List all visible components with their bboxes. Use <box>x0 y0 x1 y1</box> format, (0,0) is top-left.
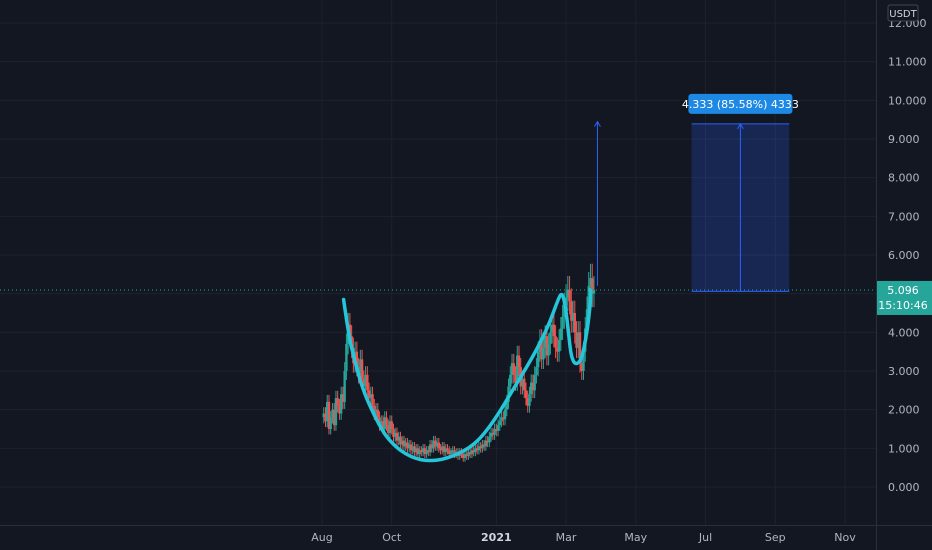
candle-body <box>512 363 515 375</box>
time-tick-label: May <box>624 531 647 544</box>
candle-body <box>517 355 521 368</box>
price-tick-label: 9.000 <box>888 133 920 146</box>
price-axis[interactable]: 12.00011.00010.0009.0008.0007.0006.0004.… <box>877 4 932 494</box>
candle-body <box>449 452 453 455</box>
candle-body <box>592 289 596 294</box>
cup-and-handle-curve[interactable] <box>341 288 593 463</box>
candle-body <box>498 421 502 426</box>
price-tick-label: 1.000 <box>888 442 920 455</box>
price-tick-label: 8.000 <box>888 172 920 185</box>
last-price-value: 5.096 <box>887 284 919 297</box>
price-tick-label: 4.000 <box>888 326 920 339</box>
candle-body <box>568 289 571 302</box>
price-chart[interactable]: 4.333 (85.58%) 4333 12.000 11.000 10.000 9.… <box>0 0 932 550</box>
currency-label: USDT <box>889 9 917 20</box>
candle-body <box>573 313 576 333</box>
chart-grid <box>0 0 932 550</box>
candle-body <box>542 347 545 360</box>
candle-body <box>536 351 540 368</box>
time-tick-label: Oct <box>382 531 402 544</box>
candle-body <box>549 332 552 344</box>
candle-body <box>552 324 556 337</box>
candle-body <box>503 409 507 420</box>
measure-tool[interactable]: 4.333 (85.58%) 4333 <box>594 93 799 292</box>
candle-body <box>371 394 374 406</box>
chart-canvas[interactable]: 4.333 (85.58%) 4333 12.00011.00010.0009.… <box>0 0 932 550</box>
bar-countdown: 15:10:46 <box>878 299 927 312</box>
price-tick-label: 7.000 <box>888 210 920 223</box>
candle-body <box>496 425 500 431</box>
candle-body <box>376 409 379 418</box>
candle-body <box>343 371 346 402</box>
candle-body <box>524 390 528 399</box>
candle-body <box>557 340 561 352</box>
candle-body <box>535 367 538 375</box>
candle-body <box>385 417 388 426</box>
time-tick-label: 2021 <box>481 531 512 544</box>
price-tick-label: 6.000 <box>888 249 920 262</box>
price-tick-label: 3.000 <box>888 365 920 378</box>
time-tick-label: Mar <box>556 531 577 544</box>
candle-body <box>488 436 491 443</box>
candle-body <box>533 374 536 391</box>
time-tick-label: Aug <box>311 531 332 544</box>
time-tick-label: Nov <box>834 531 856 544</box>
price-tick-label: 2.000 <box>888 404 920 417</box>
price-tick-label: 11.000 <box>888 56 927 69</box>
time-tick-label: Jul <box>698 531 712 544</box>
price-tick-label: 0.000 <box>888 481 920 494</box>
measure-label-text: 4.333 (85.58%) 4333 <box>682 98 799 111</box>
candle-body <box>366 374 369 391</box>
cup-and-handle-drawing[interactable] <box>341 288 593 463</box>
time-tick-label: Sep <box>765 531 786 544</box>
candle-body <box>523 378 526 391</box>
candle-body <box>437 442 441 449</box>
candle-body <box>446 448 449 451</box>
time-axis[interactable]: Aug Oct 2021 Mar May Jul Sep Nov <box>311 531 856 544</box>
candle-body <box>345 343 348 371</box>
candle-body <box>528 394 531 406</box>
price-tick-label: 10.000 <box>888 94 927 107</box>
candle-body <box>547 343 550 356</box>
candle-body <box>336 398 339 406</box>
candle-body <box>554 336 557 348</box>
candle-body <box>561 316 564 329</box>
candle-body <box>329 417 332 429</box>
candle-body <box>559 328 563 341</box>
candle-body <box>360 359 364 379</box>
candle-body <box>390 421 393 429</box>
candle-body <box>509 374 512 387</box>
